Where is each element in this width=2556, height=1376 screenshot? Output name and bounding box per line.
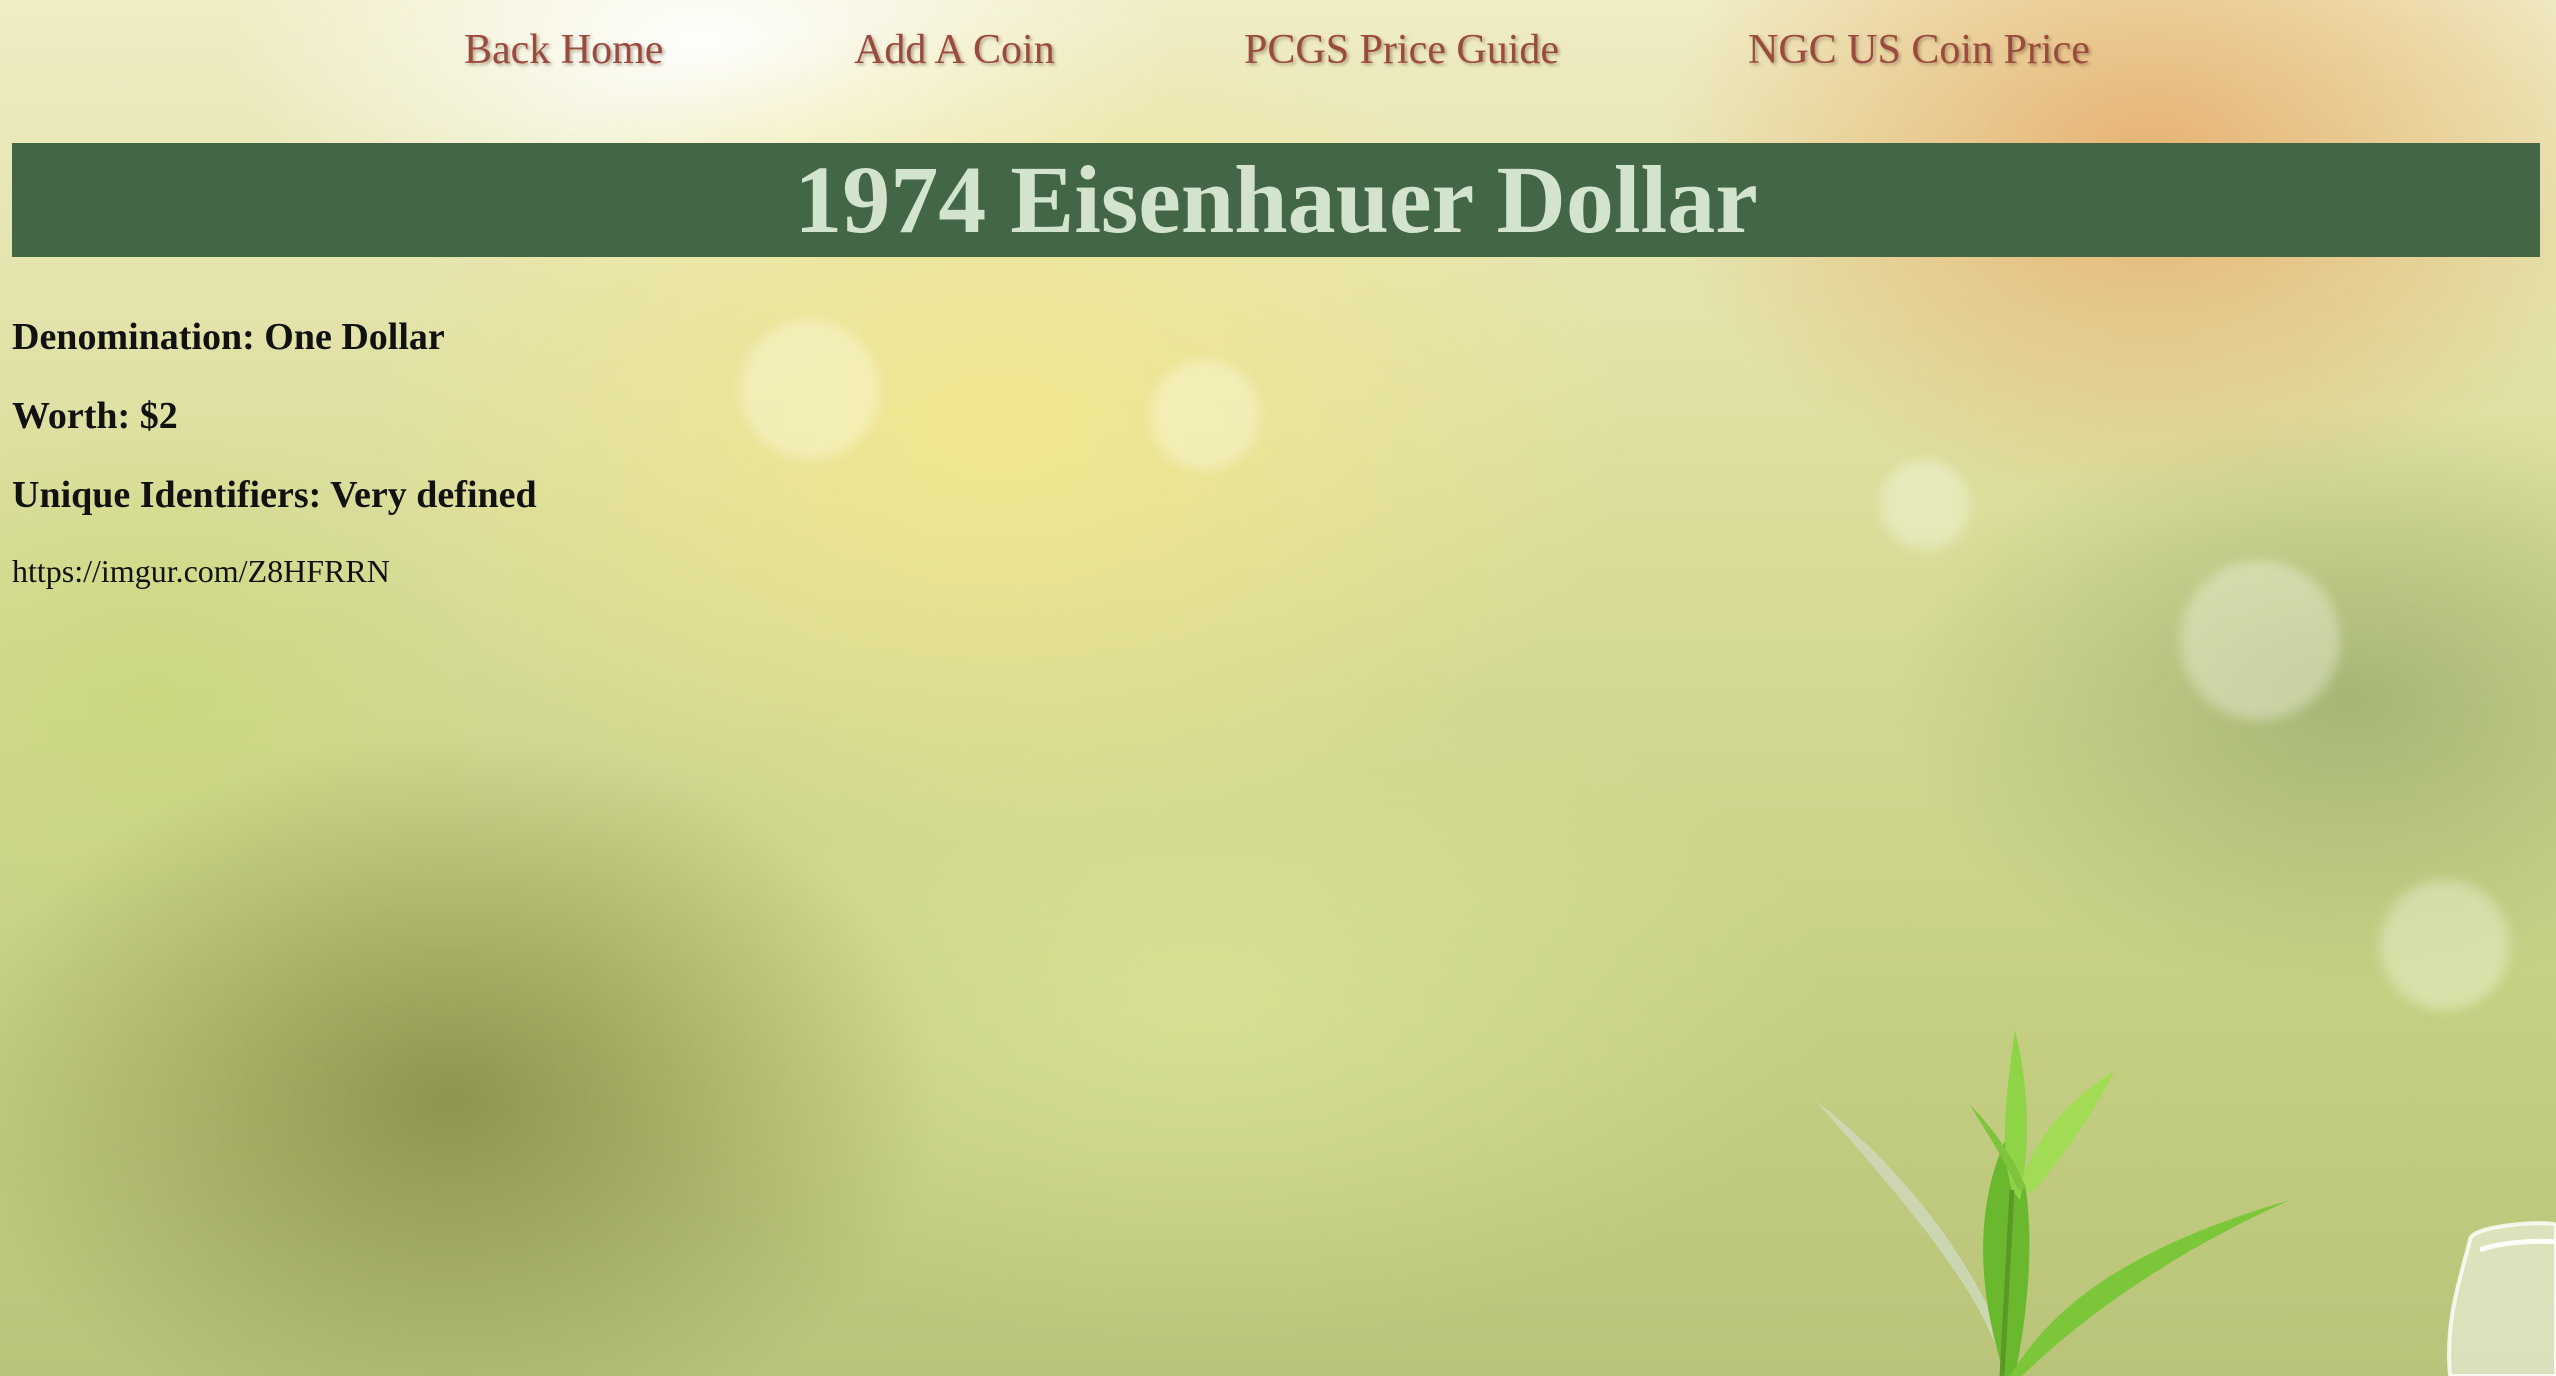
bokeh-light (2380, 880, 2510, 1010)
bokeh-light (740, 320, 880, 460)
nav-link-back-home[interactable]: Back Home (464, 26, 663, 74)
nav-link-pcgs-price-guide[interactable]: PCGS Price Guide (1244, 26, 1559, 74)
image-url-text: https://imgur.com/Z8HFRRN (12, 553, 390, 589)
worth-text: Worth: $2 (12, 395, 178, 437)
bokeh-light (2180, 560, 2340, 720)
bokeh-light (1880, 460, 1970, 550)
unique-identifiers-text: Unique Identifiers: Very defined (12, 474, 537, 516)
page-title: 1974 Eisenhauer Dollar (794, 146, 1758, 253)
plant-sprout-image (1815, 1030, 2290, 1376)
nav-link-add-coin[interactable]: Add A Coin (854, 26, 1055, 74)
nav-link-ngc-us-coin-price[interactable]: NGC US Coin Price (1748, 26, 2090, 74)
title-banner: 1974 Eisenhauer Dollar (12, 143, 2540, 257)
bokeh-light (1150, 360, 1260, 470)
denomination-text: Denomination: One Dollar (12, 316, 445, 358)
top-nav: Back Home Add A Coin PCGS Price Guide NG… (0, 0, 2556, 110)
glass-jar-image (2447, 1221, 2556, 1376)
coin-details: Denomination: One Dollar Worth: $2 Uniqu… (12, 318, 537, 634)
